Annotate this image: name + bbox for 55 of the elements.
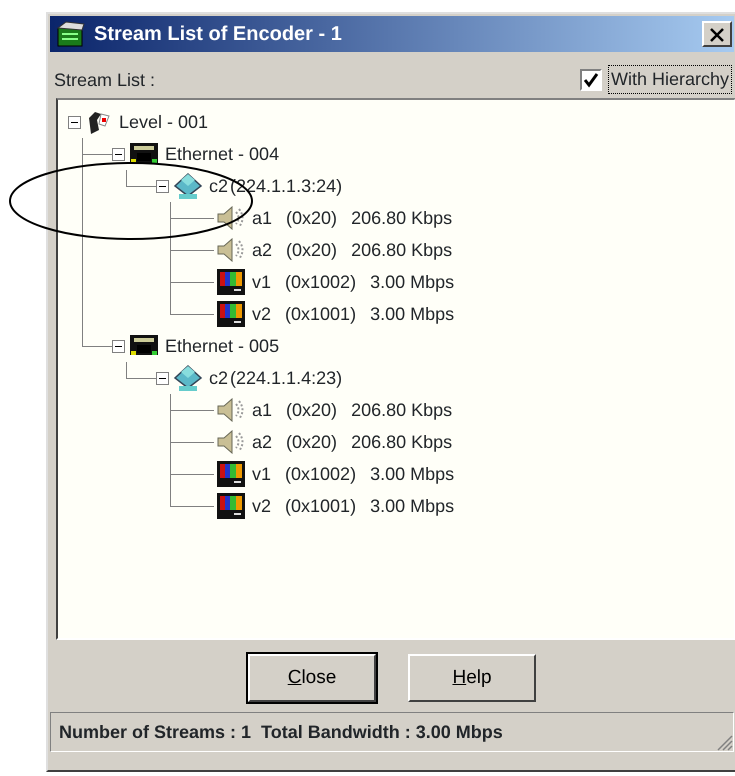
window-title: Stream List of Encoder - 1 [94, 22, 342, 47]
stream-name[interactable]: v2 [252, 492, 272, 520]
checkbox[interactable] [580, 68, 602, 90]
speaker-icon [216, 396, 246, 424]
tree-item-label[interactable]: Ethernet - 004 [165, 140, 280, 168]
tree-item-label[interactable]: Level - 001 [119, 108, 208, 136]
stream-name[interactable]: a2 [252, 236, 272, 264]
color-bars-icon [216, 268, 246, 296]
stream-name[interactable]: a1 [252, 396, 272, 424]
stream-name[interactable]: v1 [252, 460, 272, 488]
tree-item-label[interactable]: c2 [209, 364, 228, 392]
stream-name[interactable]: a1 [252, 204, 272, 232]
stream-pid: (0x20) [286, 238, 338, 262]
color-bars-icon [216, 492, 246, 520]
section-label: Stream List : [54, 69, 156, 92]
color-bars-icon [216, 300, 246, 328]
diamond-icon [173, 172, 203, 200]
speaker-icon [216, 236, 246, 264]
tree-item-label[interactable]: c2 [209, 172, 228, 200]
address-text: (224.1.1.4:23) [230, 366, 342, 390]
stream-pid: (0x20) [286, 206, 338, 230]
checkbox-label[interactable]: With Hierarchy [608, 65, 732, 94]
stream-pid: (0x20) [286, 398, 338, 422]
dialog-button[interactable]: Close [248, 654, 376, 702]
collapse-toggle[interactable] [156, 372, 169, 384]
stream-pid: (0x1002) [285, 270, 356, 294]
stream-pid: (0x20) [286, 430, 338, 454]
stream-rate: 206.80 Kbps [351, 206, 452, 230]
tree-item-label[interactable]: Ethernet - 005 [165, 332, 280, 360]
stream-name[interactable]: v2 [252, 300, 272, 328]
stream-rate: 3.00 Mbps [370, 302, 454, 326]
app-icon [56, 20, 86, 48]
collapse-toggle[interactable] [112, 148, 125, 160]
status-text: Number of Streams : 1 Total Bandwidth : 3.00 Mbps [59, 720, 503, 744]
stream-pid: (0x1002) [285, 462, 356, 486]
stream-name[interactable]: a2 [252, 428, 272, 456]
speaker-icon [216, 428, 246, 456]
stream-rate: 3.00 Mbps [370, 270, 454, 294]
diamond-icon [173, 364, 203, 392]
close-button[interactable] [702, 21, 732, 47]
stream-rate: 3.00 Mbps [370, 462, 454, 486]
speaker-icon [216, 204, 246, 232]
stream-rate: 206.80 Kbps [351, 398, 452, 422]
stream-name[interactable]: v1 [252, 268, 272, 296]
collapse-toggle[interactable] [156, 180, 169, 192]
color-bars-icon [216, 460, 246, 488]
collapse-toggle[interactable] [112, 340, 125, 352]
close-icon [709, 26, 725, 43]
dialog-button[interactable]: Help [408, 654, 536, 702]
stream-pid: (0x1001) [285, 494, 356, 518]
stream-rate: 206.80 Kbps [351, 430, 452, 454]
collapse-toggle[interactable] [68, 116, 81, 128]
stream-pid: (0x1001) [285, 302, 356, 326]
stream-rate: 206.80 Kbps [351, 238, 452, 262]
stream-rate: 3.00 Mbps [370, 494, 454, 518]
